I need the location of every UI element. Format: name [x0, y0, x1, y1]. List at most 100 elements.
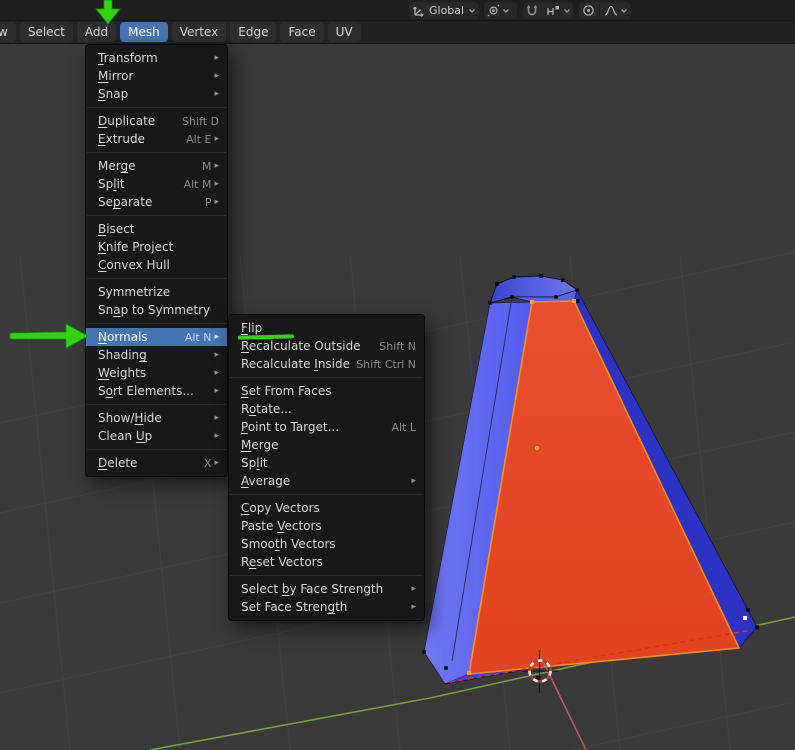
transform-orientation-dropdown[interactable]: Global [409, 2, 479, 19]
menu-separator [87, 323, 226, 324]
menu-item-reset-vectors[interactable]: Reset Vectors [229, 553, 424, 571]
menu-item-sort-elements[interactable]: Sort Elements...▸ [86, 382, 227, 400]
menubar-item-select[interactable]: Select [20, 22, 73, 42]
menubar-item-add[interactable]: Add [77, 22, 116, 42]
menu-item-label: Snap to Symmetry [98, 303, 210, 317]
vertex-active-white [743, 616, 747, 620]
menubar-item-uv[interactable]: UV [328, 22, 361, 42]
menu-item-split[interactable]: Split [229, 454, 424, 472]
menu-item-knife-project[interactable]: Knife Project [86, 238, 227, 256]
menu-item-label: Extrude [98, 132, 145, 146]
menu-item-label: Select by Face Strength [241, 582, 383, 596]
submenu-arrow-icon: ▸ [214, 351, 219, 360]
menu-item-copy-vectors[interactable]: Copy Vectors [229, 499, 424, 517]
submenu-arrow-icon: ▸ [214, 414, 219, 423]
chevron-down-icon [468, 3, 476, 18]
menu-item-paste-vectors[interactable]: Paste Vectors [229, 517, 424, 535]
shortcut-text: P [205, 196, 212, 209]
menu-item-bisect[interactable]: Bisect [86, 220, 227, 238]
menu-item-average[interactable]: Average▸ [229, 472, 424, 490]
menu-item-label: Normals [98, 330, 148, 344]
menu-item-meta: Shift N [379, 340, 416, 353]
snap-target-dropdown[interactable] [546, 3, 561, 18]
proportional-editing-toggle-icon[interactable] [582, 3, 595, 18]
menu-item-duplicate[interactable]: Duplicate Shift D [86, 112, 227, 130]
menu-item-meta: Shift D [182, 115, 219, 128]
menubar-item-face[interactable]: Face [280, 22, 323, 42]
snap-magnet-icon[interactable] [526, 3, 538, 18]
menubar-item-vertex[interactable]: Vertex [172, 22, 227, 42]
submenu-arrow-icon: ▸ [214, 369, 219, 378]
menu-item-label: Sort Elements... [98, 384, 194, 398]
menu-item-meta: ▸ [211, 432, 219, 441]
pivot-point-dropdown[interactable] [484, 2, 517, 19]
menu-item-meta: ▸ [211, 54, 219, 63]
pivot-point-icon [487, 3, 500, 18]
menu-item-extrude[interactable]: Extrude Alt E▸ [86, 130, 227, 148]
menu-item-label: Weights [98, 366, 146, 380]
menu-item-symmetrize[interactable]: Symmetrize [86, 283, 227, 301]
chevron-down-icon [502, 3, 510, 18]
shortcut-text: X [204, 457, 212, 470]
menu-item-set-from-faces[interactable]: Set From Faces [229, 382, 424, 400]
menu-item-label: Copy Vectors [241, 501, 320, 515]
mesh-object-pyramid[interactable] [422, 274, 759, 684]
menu-item-normals[interactable]: NormalsAlt N▸ [86, 328, 227, 346]
menu-item-clean-up[interactable]: Clean Up▸ [86, 427, 227, 445]
menu-item-smooth-vectors[interactable]: Smooth Vectors [229, 535, 424, 553]
menu-item-flip[interactable]: Flip [229, 319, 424, 337]
menu-item-recalculate-inside[interactable]: Recalculate InsideShift Ctrl N [229, 355, 424, 373]
menu-item-weights[interactable]: Weights ▸ [86, 364, 227, 382]
snapping-controls [523, 2, 573, 19]
menu-item-meta: ▸ [211, 90, 219, 99]
menu-item-rotate[interactable]: Rotate... [229, 400, 424, 418]
menu-item-meta: M▸ [202, 160, 219, 173]
menu-item-label: Point to Target... [241, 420, 339, 434]
submenu-arrow-icon: ▸ [214, 459, 219, 468]
menu-separator [230, 377, 423, 378]
menu-item-meta: ▸ [211, 351, 219, 360]
menu-item-label: Split [241, 456, 268, 470]
menu-item-meta: Alt L [391, 421, 416, 434]
shortcut-text: Alt E [186, 133, 211, 146]
menu-item-convex-hull[interactable]: Convex Hull [86, 256, 227, 274]
menu-item-label: Mirror [98, 69, 133, 83]
mesh-menu-dropdown: Transform▸Mirror▸Snap▸DuplicateShift DEx… [85, 44, 228, 477]
menu-item-label: Bisect [98, 222, 135, 236]
menu-item-label: Smooth Vectors [241, 537, 336, 551]
menu-item-shading[interactable]: Shading▸ [86, 346, 227, 364]
falloff-curve-icon[interactable] [604, 3, 618, 18]
menu-item-label: Set From Faces [241, 384, 331, 398]
menu-item-meta: ▸ [211, 72, 219, 81]
menu-item-meta: ▸ [408, 477, 416, 486]
menu-item-select-by-face-strength[interactable]: Select by Face Strength▸ [229, 580, 424, 598]
submenu-arrow-icon: ▸ [214, 135, 219, 144]
menu-item-transform[interactable]: Transform▸ [86, 49, 227, 67]
menu-item-separate[interactable]: SeparateP▸ [86, 193, 227, 211]
blender-edit-mode-screen: Global [0, 0, 795, 750]
menubar-item-mesh[interactable]: Mesh [120, 22, 168, 42]
menu-item-label: Duplicate [98, 114, 155, 128]
menu-item-label: Symmetrize [98, 285, 170, 299]
submenu-arrow-icon: ▸ [214, 162, 219, 171]
menu-item-merge[interactable]: Merge [229, 436, 424, 454]
menu-item-snap-to-symmetry[interactable]: Snap to Symmetry [86, 301, 227, 319]
normals-submenu: FlipRecalculate OutsideShift NRecalculat… [228, 314, 425, 621]
menu-item-delete[interactable]: DeleteX▸ [86, 454, 227, 472]
menu-item-split[interactable]: SplitAlt M▸ [86, 175, 227, 193]
menu-item-point-to-target[interactable]: Point to Target... Alt L [229, 418, 424, 436]
origin-dot [534, 445, 540, 451]
menu-item-mirror[interactable]: Mirror ▸ [86, 67, 227, 85]
menubar-item-w[interactable]: w [0, 22, 16, 42]
menu-item-meta: Alt E▸ [186, 133, 219, 146]
menu-item-snap[interactable]: Snap▸ [86, 85, 227, 103]
menu-item-recalculate-outside[interactable]: Recalculate OutsideShift N [229, 337, 424, 355]
menu-item-label: Recalculate Inside [241, 357, 350, 371]
submenu-arrow-icon: ▸ [214, 180, 219, 189]
menu-item-merge[interactable]: MergeM▸ [86, 157, 227, 175]
shortcut-text: Alt N [185, 331, 212, 344]
menu-item-show-hide[interactable]: Show/Hide▸ [86, 409, 227, 427]
menu-item-set-face-strength[interactable]: Set Face Strength▸ [229, 598, 424, 616]
menubar-item-edge[interactable]: Edge [230, 22, 276, 42]
menu-item-label: Convex Hull [98, 258, 170, 272]
